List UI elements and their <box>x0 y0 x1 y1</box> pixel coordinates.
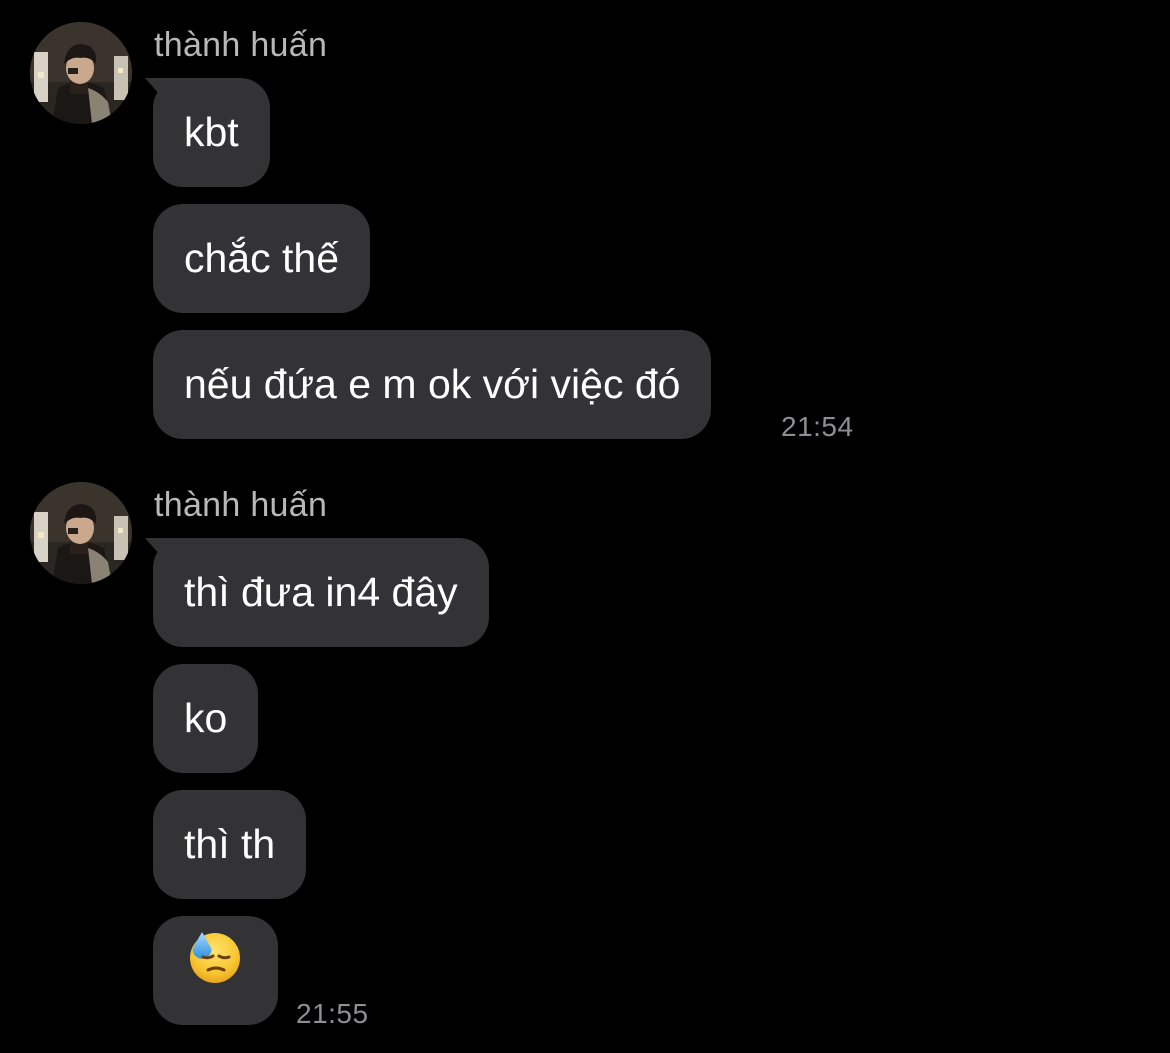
avatar-photo <box>30 482 132 584</box>
message-timestamp: 21:54 <box>781 411 854 442</box>
message-bubble[interactable]: chắc thế <box>153 204 370 313</box>
message-text: nếu đứa e m ok với việc đó <box>184 361 681 407</box>
message-bubble[interactable]: ko <box>153 664 259 773</box>
message-timestamp: 21:55 <box>296 998 369 1029</box>
emoji-message-bubble[interactable] <box>153 916 278 1025</box>
sender-avatar[interactable] <box>30 482 132 584</box>
message-bubble[interactable]: thì đưa in4 đây <box>153 538 489 647</box>
message-text: thì đưa in4 đây <box>184 569 458 615</box>
avatar-photo <box>30 22 132 124</box>
message-text: kbt <box>184 109 239 155</box>
sender-avatar[interactable] <box>30 22 132 124</box>
downcast-face-with-sweat-emoji <box>186 916 242 1025</box>
message-text: ko <box>184 695 228 741</box>
message-text: chắc thế <box>184 235 339 281</box>
sender-name: thành huấn <box>154 26 328 64</box>
message-bubble[interactable]: thì th <box>153 790 307 899</box>
message-bubble[interactable]: nếu đứa e m ok với việc đó <box>153 330 712 439</box>
sender-name: thành huấn <box>154 486 328 524</box>
message-bubble[interactable]: kbt <box>153 78 270 187</box>
message-text: thì th <box>184 821 276 867</box>
